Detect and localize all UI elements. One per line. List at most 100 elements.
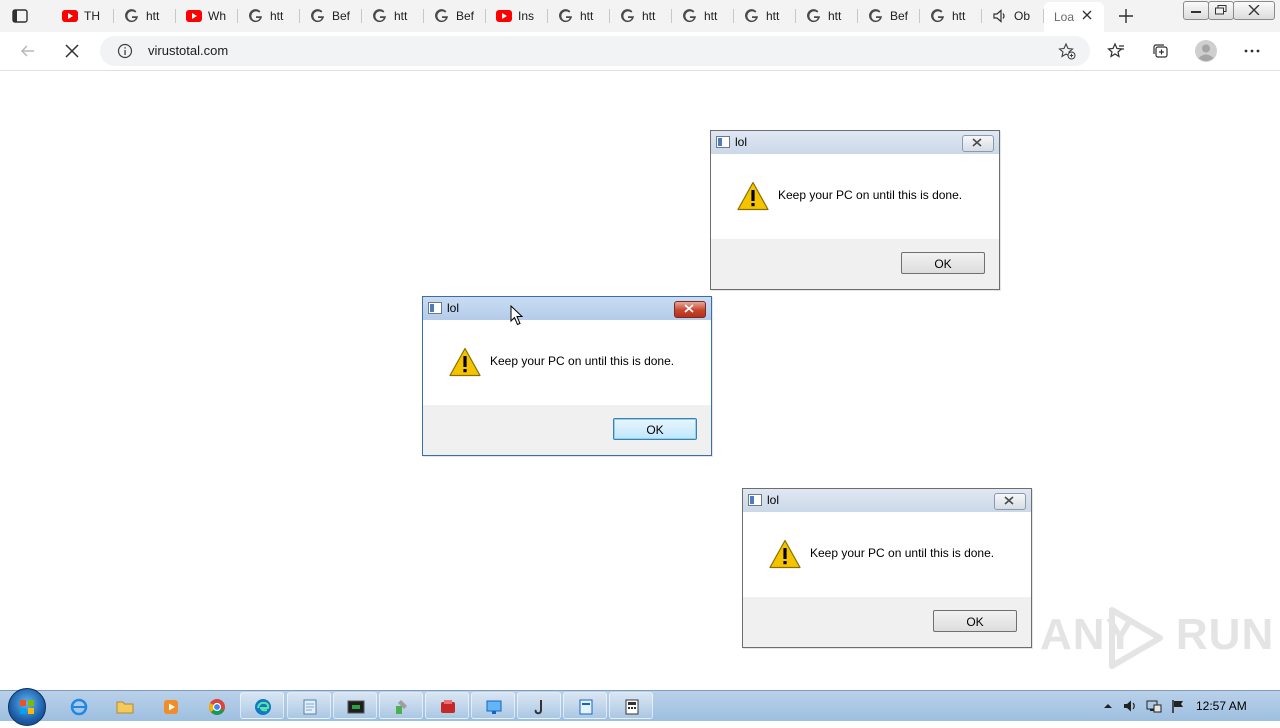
tab-title: htt [394,9,408,23]
tab-title: htt [146,9,160,23]
url-text[interactable]: virustotal.com [148,43,228,58]
tab[interactable]: htt [734,3,796,29]
tab-active[interactable]: Loa [1044,2,1104,32]
tab[interactable]: htt [114,3,176,29]
tool-taskbar-item[interactable] [379,692,423,719]
tab[interactable]: htt [920,3,982,29]
close-window-button[interactable] [1233,1,1275,20]
console-taskbar-item[interactable] [333,692,377,719]
stop-loading-icon[interactable] [62,41,82,61]
internet-explorer-icon [70,698,88,716]
tab[interactable]: htt [672,3,734,29]
google-icon [310,8,326,24]
tab-title: TH [84,9,100,23]
profile-avatar-icon[interactable] [1194,39,1218,63]
dialog-titlebar[interactable]: lol [423,297,711,320]
tab[interactable]: htt [362,3,424,29]
volume-icon[interactable] [1122,698,1138,714]
app-icon [748,494,762,506]
monitor-icon [486,700,502,714]
notepad-taskbar-item[interactable] [287,692,331,719]
google-icon [682,8,698,24]
tab[interactable]: Ins [486,3,548,29]
tab[interactable]: Bef [300,3,362,29]
google-icon [558,8,574,24]
back-icon[interactable] [18,41,38,61]
notepad-icon [303,699,317,715]
action-center-flag-icon[interactable] [1170,698,1186,714]
dialog-titlebar[interactable]: lol [711,131,999,154]
google-icon [744,8,760,24]
new-tab-icon[interactable] [1116,6,1136,26]
dialog-close-button[interactable] [962,135,994,152]
add-favorite-icon[interactable] [1058,42,1076,60]
ok-button[interactable]: OK [901,252,985,274]
dialog-body: Keep your PC on until this is done. [743,512,1031,597]
ok-button[interactable]: OK [613,418,697,440]
tab[interactable]: htt [238,3,300,29]
youtube-icon [62,8,78,24]
show-hidden-icons-icon[interactable] [1100,698,1116,714]
red-app-icon [441,700,455,713]
tab-title: htt [952,9,966,23]
tab[interactable]: Ob [982,3,1044,29]
address-bar[interactable]: virustotal.com [100,36,1090,66]
dialog-message: Keep your PC on until this is done. [778,188,963,202]
google-icon [434,8,450,24]
more-menu-icon[interactable] [1242,41,1262,61]
google-icon [124,8,140,24]
document-taskbar-item[interactable] [563,692,607,719]
tab[interactable]: htt [548,3,610,29]
tab-title: Bef [332,9,350,23]
favorites-icon[interactable] [1106,41,1126,61]
explorer-taskbar-item[interactable] [102,692,146,719]
hook-icon [534,700,542,715]
tab-title: htt [270,9,284,23]
tab-title: Wh [208,9,226,23]
close-tab-icon[interactable] [1080,8,1094,22]
taskbar: 12:57 AM [0,688,1280,726]
tab[interactable]: Wh [176,3,238,29]
warning-icon [737,181,769,211]
ie-taskbar-item[interactable] [56,692,100,719]
tab-title: Bef [890,9,908,23]
info-icon[interactable] [117,43,133,59]
media-player-taskbar-item[interactable] [148,692,192,719]
hook-taskbar-item[interactable] [517,692,561,719]
google-icon [806,8,822,24]
tab[interactable]: TH [52,3,114,29]
tab[interactable]: Bef [424,3,486,29]
media-player-icon [164,700,178,714]
dialog-close-button[interactable] [994,493,1026,510]
calculator-icon [625,699,639,715]
taskbar-clock[interactable]: 12:57 AM [1196,699,1247,713]
dialog-message: Keep your PC on until this is done. [490,354,675,368]
ok-button[interactable]: OK [933,610,1017,632]
app-icon [428,302,442,314]
dialog-title: lol [767,493,780,507]
app-taskbar-item[interactable] [425,692,469,719]
google-icon [930,8,946,24]
tab-actions-icon[interactable] [10,6,30,26]
monitor-taskbar-item[interactable] [471,692,515,719]
system-tray [1096,691,1280,721]
tab[interactable]: Bef [858,3,920,29]
dialog-titlebar[interactable]: lol [743,489,1031,512]
network-icon[interactable] [1146,698,1162,714]
dialog-body: Keep your PC on until this is done. [423,320,711,405]
edge-taskbar-item[interactable] [240,692,284,719]
collections-icon[interactable] [1150,41,1170,61]
restore-button[interactable] [1208,1,1234,20]
message-box: lol Keep your PC on until this is done. … [742,488,1032,648]
close-icon [684,304,694,313]
calculator-taskbar-item[interactable] [609,692,653,719]
minimize-button[interactable] [1183,1,1209,20]
browser-toolbar: virustotal.com [0,32,1280,71]
tab[interactable]: htt [610,3,672,29]
tab[interactable]: htt [796,3,858,29]
dialog-close-button[interactable] [674,301,706,318]
start-button[interactable] [8,688,46,726]
dialog-title: lol [447,301,460,315]
chrome-taskbar-item[interactable] [194,692,238,719]
speaker-icon[interactable] [992,8,1008,24]
